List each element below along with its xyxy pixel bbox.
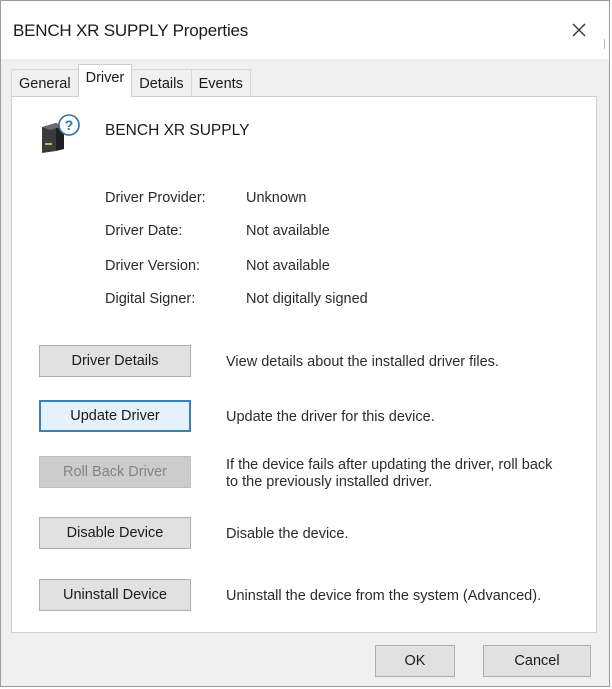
driver-date-value: Not available xyxy=(246,223,330,239)
tab-driver[interactable]: Driver xyxy=(77,64,133,97)
driver-provider-label: Driver Provider: xyxy=(105,190,206,206)
svg-text:?: ? xyxy=(65,117,74,133)
uninstall-device-button[interactable]: Uninstall Device xyxy=(39,579,191,611)
tab-details[interactable]: Details xyxy=(131,69,192,97)
title-bar: BENCH XR SUPPLY Properties xyxy=(1,1,609,59)
uninstall-device-description: Uninstall the device from the system (Ad… xyxy=(226,588,542,604)
roll-back-driver-description: If the device fails after updating the d… xyxy=(226,457,553,490)
tab-general[interactable]: General xyxy=(11,69,79,97)
close-icon xyxy=(572,23,586,37)
properties-dialog: BENCH XR SUPPLY Properties General Drive… xyxy=(0,0,610,687)
disable-device-description: Disable the device. xyxy=(226,526,349,542)
close-button[interactable] xyxy=(559,13,599,47)
window-edge xyxy=(604,39,611,49)
driver-version-label: Driver Version: xyxy=(105,258,201,274)
driver-date-label: Driver Date: xyxy=(105,223,183,239)
digital-signer-value: Not digitally signed xyxy=(246,291,368,307)
disable-device-button[interactable]: Disable Device xyxy=(39,517,191,549)
update-driver-button[interactable]: Update Driver xyxy=(39,400,191,432)
driver-provider-value: Unknown xyxy=(246,190,307,206)
unknown-device-icon: ? xyxy=(42,114,80,153)
tab-strip: General Driver Details Events xyxy=(11,63,251,97)
window-title: BENCH XR SUPPLY Properties xyxy=(13,21,249,40)
ok-button[interactable]: OK xyxy=(375,645,455,677)
digital-signer-label: Digital Signer: xyxy=(105,291,196,307)
driver-details-button[interactable]: Driver Details xyxy=(39,345,191,377)
driver-version-value: Not available xyxy=(246,258,330,274)
driver-tab-panel: ? BENCH XR SUPPLY Driver Provider: Unkno… xyxy=(11,96,597,633)
device-name: BENCH XR SUPPLY xyxy=(105,122,250,139)
update-driver-description: Update the driver for this device. xyxy=(226,409,435,425)
cancel-button[interactable]: Cancel xyxy=(483,645,591,677)
driver-details-description: View details about the installed driver … xyxy=(226,354,499,370)
roll-back-driver-button: Roll Back Driver xyxy=(39,456,191,488)
tab-events[interactable]: Events xyxy=(190,69,251,97)
